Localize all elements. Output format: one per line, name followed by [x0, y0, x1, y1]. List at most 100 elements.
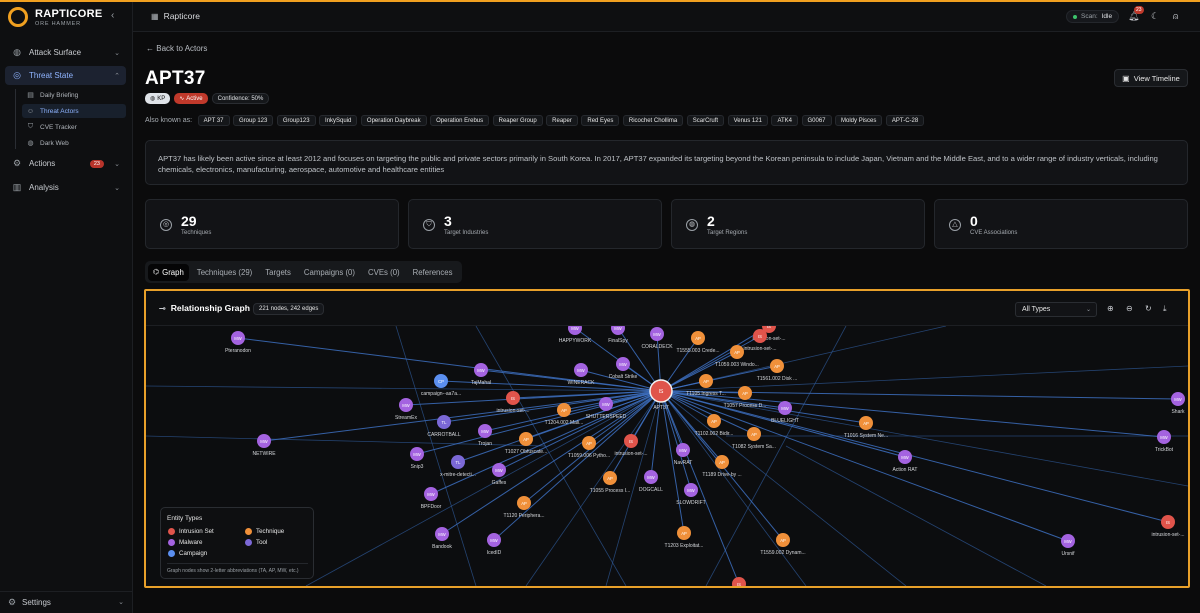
graph-node-label: IcedID — [487, 550, 502, 556]
tag-row: ◍ KP ∿ Active Confidence: 50% — [145, 93, 270, 104]
graph-node-abbr: MW — [1174, 397, 1181, 402]
graph-node[interactable]: MW Pteranodon — [225, 331, 251, 354]
legend-label: Technique — [256, 528, 285, 535]
graph-node[interactable]: MW Bandook — [432, 527, 452, 550]
tab-campaigns[interactable]: Campaigns (0) — [299, 264, 360, 281]
tab-targets[interactable]: Targets — [260, 264, 296, 281]
graph-node[interactable]: MW HAPPYWORK — [559, 326, 592, 344]
graph-node[interactable]: MW Snip3 — [410, 447, 424, 470]
zoom-in-icon[interactable]: ⊕ — [1107, 304, 1114, 313]
graph-edge — [660, 390, 740, 585]
alias-chip: Operation Daybreak — [360, 115, 427, 126]
refresh-icon[interactable]: ↻ — [1145, 304, 1152, 313]
graph-node-label: APT37 — [653, 405, 669, 411]
graph-node[interactable]: ISintrusion-set-... — [614, 434, 648, 457]
legend-label: Tool — [256, 539, 268, 546]
graph-node[interactable]: TL CARROTBALL — [427, 415, 461, 438]
graph-node-label: StreamEx — [395, 415, 417, 421]
graph-node[interactable]: AP T1055 Process I... — [590, 471, 631, 494]
graph-node[interactable]: CP campaign--aa7a... — [421, 374, 461, 397]
back-to-actors-link[interactable]: ← Back to Actors — [146, 44, 207, 53]
graph-node[interactable]: AP T1189 Drive-by ... — [702, 455, 742, 478]
graph-node[interactable]: TL x-mitre-detecti... — [440, 455, 476, 478]
sidebar-item-threat-state[interactable]: ◎ Threat State ⌃ — [5, 66, 126, 85]
graph-node[interactable]: MW Ursnif — [1061, 534, 1075, 557]
zoom-out-icon[interactable]: ⊖ — [1126, 304, 1133, 313]
graph-node[interactable]: AP T1120 Periphera... — [503, 496, 545, 519]
type-filter-select[interactable]: All Types ⌄ — [1015, 302, 1097, 317]
legend-item-intrusion-set: Intrusion Set — [168, 528, 214, 535]
graph-node[interactable]: ISintrusion-set-... — [1151, 515, 1185, 538]
graph-node[interactable]: MW NavRAT — [674, 443, 693, 466]
graph-node-abbr: MW — [577, 368, 584, 373]
confidence-badge: Confidence: 50% — [211, 93, 270, 104]
graph-node[interactable]: AP T1561.002 Disk ... — [757, 359, 798, 382]
graph-node[interactable]: MW Shark — [1171, 392, 1185, 415]
graph-node-abbr: TL — [442, 420, 448, 425]
graph-node[interactable]: MW Action RAT — [893, 450, 918, 473]
moon-icon[interactable]: ☾ — [1151, 11, 1159, 22]
country-code: KP — [157, 95, 166, 102]
user-icon[interactable]: ⍝ — [1173, 11, 1178, 22]
graph-edge — [660, 351, 738, 392]
graph-node-label: SLOWDRIFT — [676, 500, 705, 506]
sidebar-item-settings[interactable]: ⚙ Settings ⌄ — [5, 595, 126, 609]
graph-node[interactable]: MW Cobalt Strike — [609, 357, 638, 380]
workspace-title[interactable]: ▦ Rapticore — [151, 11, 200, 21]
tab-references[interactable]: References — [408, 264, 458, 281]
back-label: Back to Actors — [156, 44, 208, 53]
stat-value: 2 — [707, 213, 715, 229]
graph-node[interactable]: MW TrickBot — [1155, 430, 1174, 453]
graph-node[interactable]: MW SLOWDRIFT — [676, 483, 706, 506]
status-dot-icon — [1073, 14, 1077, 19]
stat-label: CVE Associations — [970, 230, 1018, 236]
download-icon[interactable]: ⤓ — [1163, 304, 1167, 314]
graph-node-abbr: MW — [901, 455, 908, 460]
graph-node-abbr: IS — [1166, 520, 1170, 525]
graph-node[interactable]: ISintrusion-set-... — [496, 391, 530, 414]
graph-node[interactable]: MW DOGCALL — [639, 470, 663, 493]
settings-label: Settings — [22, 597, 51, 607]
view-timeline-button[interactable]: ▣ View Timeline — [1114, 69, 1188, 87]
tab-graph[interactable]: ⌬ Graph — [148, 263, 189, 281]
tab-bar: ⌬ Graph Techniques (29) Targets Campaign… — [145, 261, 462, 283]
graph-node-abbr: CP — [438, 379, 444, 384]
subnav-item-daily-briefing[interactable]: ▤ Daily Briefing — [22, 88, 126, 102]
graph-node[interactable]: IS APT37 — [649, 379, 673, 411]
subnav-item-threat-actors[interactable]: ☺ Threat Actors — [22, 104, 126, 118]
graph-node-abbr: AP — [703, 379, 709, 384]
graph-node[interactable]: MW TajMahal — [471, 363, 491, 386]
sidebar-item-analysis[interactable]: ▥ Analysis ⌄ — [5, 178, 126, 197]
graph-node[interactable]: AP T1555.003 Crede... — [676, 331, 720, 354]
collapse-sidebar-icon[interactable]: ‹ — [111, 11, 121, 21]
graph-node[interactable]: AP T1559.002 Dynam... — [760, 533, 806, 556]
subnav-item-dark-web[interactable]: ◍ Dark Web — [22, 136, 126, 150]
brand[interactable]: RAPTICORE ORE HAMMER — [8, 7, 102, 27]
graph-node[interactable]: MW IcedID — [487, 533, 502, 556]
graph-node[interactable]: MW CORALDECK — [641, 327, 673, 350]
chevron-down-icon: ⌄ — [114, 49, 120, 57]
stat-card-techniques: ◎ 29 Techniques — [145, 199, 399, 249]
tab-cves[interactable]: CVEs (0) — [363, 264, 405, 281]
graph-node[interactable]: AP T1016 System Ne... — [844, 416, 888, 439]
graph-node[interactable]: ISintrusion-set-... — [722, 577, 755, 586]
graph-node[interactable]: MW NETWIRE — [252, 434, 276, 457]
graph-node-abbr: MW — [602, 402, 609, 407]
graph-node-abbr: AP — [774, 364, 780, 369]
graph-node[interactable]: MW BLUELIGHT — [771, 401, 799, 424]
tab-techniques[interactable]: Techniques (29) — [192, 264, 257, 281]
graph-node[interactable]: MW FinalSpy — [608, 326, 628, 344]
graph-node[interactable]: MW Gaffes — [492, 463, 507, 486]
graph-node[interactable]: MW Trojan — [478, 424, 492, 447]
subnav-item-cve-tracker[interactable]: ⛉ CVE Tracker — [22, 120, 126, 134]
graph-node[interactable]: AP T1102.002 Bidir... — [695, 414, 734, 437]
sidebar-item-attack-surface[interactable]: ◍ Attack Surface ⌄ — [5, 43, 126, 62]
graph-title: ⊸ Relationship Graph — [159, 303, 250, 313]
graph-node[interactable]: MW StreamEx — [395, 398, 417, 421]
graph-node[interactable]: MW WINERACK — [568, 363, 596, 386]
sidebar-item-actions[interactable]: ⚙ Actions 23 ⌄ — [5, 154, 126, 173]
sidebar-item-label: Analysis — [29, 183, 59, 192]
graph-node-label: campaign--aa7a... — [421, 391, 461, 397]
top-header: ▦ Rapticore Scan: Idle 🔔︎ 23 ☾ ⍝ — [133, 2, 1200, 32]
graph-node[interactable]: AP T1203 Exploitat... — [665, 526, 704, 549]
